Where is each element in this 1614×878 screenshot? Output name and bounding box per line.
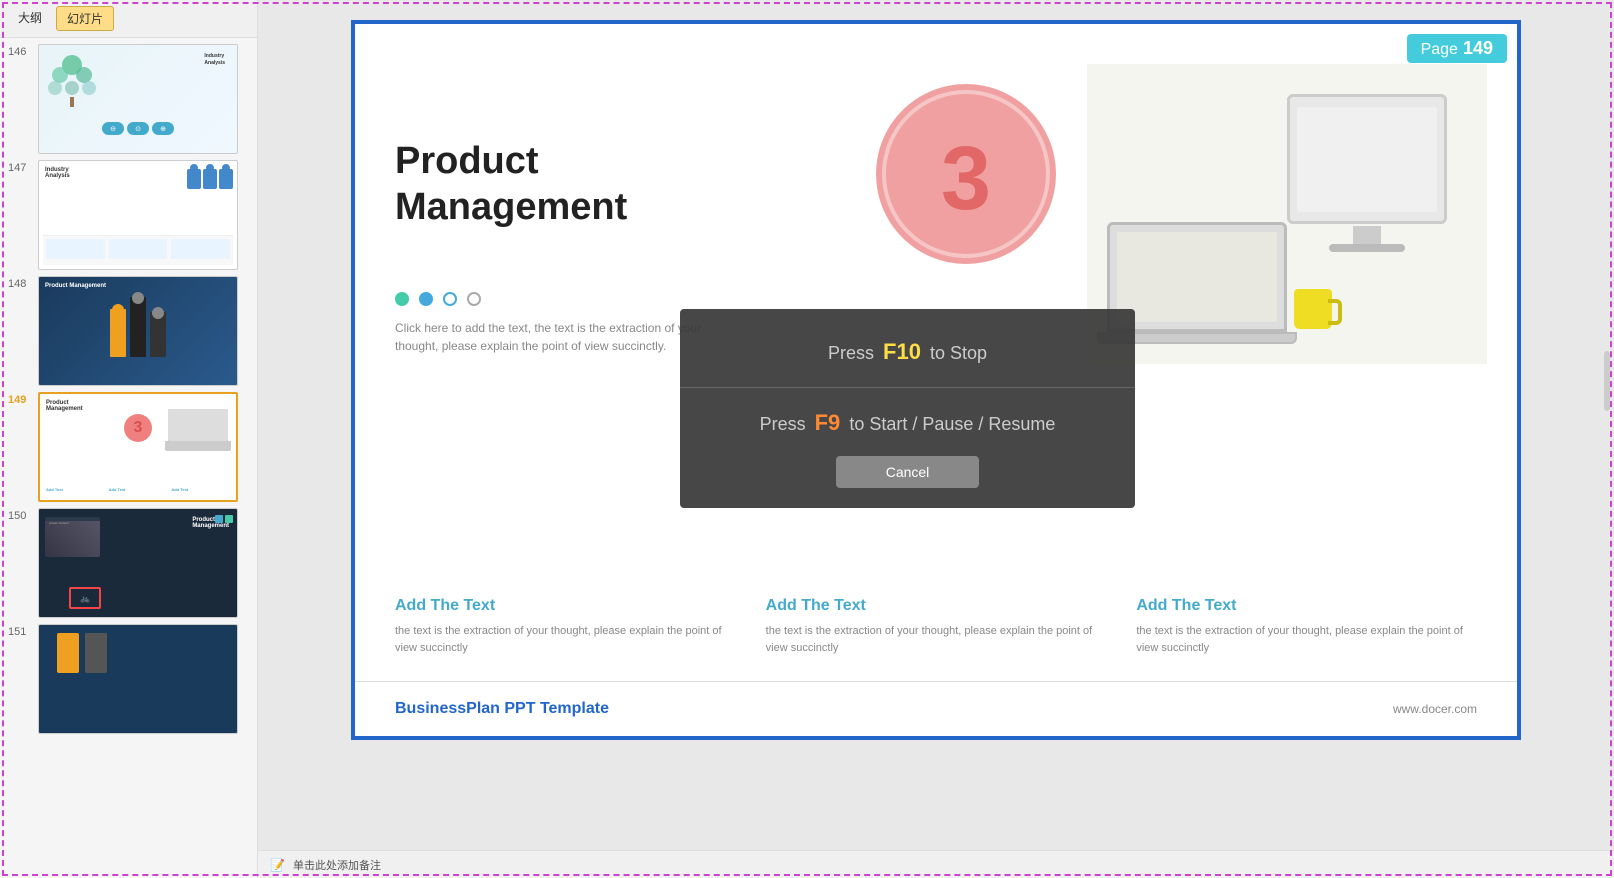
footer-url: www.docer.com xyxy=(1393,702,1477,716)
col-1-heading: Add The Text xyxy=(395,597,736,615)
slide-number-display: 3 xyxy=(941,134,991,224)
modal-divider xyxy=(680,387,1135,388)
status-bar: 📝 单击此处添加备注 xyxy=(258,850,1614,878)
title-line1: Product xyxy=(395,140,539,182)
slide-item-146[interactable]: 146 IndustryAnalysis ⊖ xyxy=(8,44,249,154)
col-2-text: the text is the extraction of your thoug… xyxy=(766,623,1107,656)
dot-1 xyxy=(395,292,409,306)
page-badge: Page 149 xyxy=(1407,34,1507,63)
slide-title: Product Management xyxy=(395,139,627,230)
page-label: Page xyxy=(1421,41,1458,58)
sidebar: 大纲 幻灯片 146 IndustryAnalysis xyxy=(0,0,258,878)
column-2: Add The Text the text is the extraction … xyxy=(766,597,1107,656)
modal-line-1: Press F10 to Stop xyxy=(700,339,1115,365)
cancel-button[interactable]: Cancel xyxy=(836,456,980,488)
column-3: Add The Text the text is the extraction … xyxy=(1136,597,1477,656)
laptop-screen-content xyxy=(1117,232,1277,322)
modal-line2-suffix: to Start / Pause / Resume xyxy=(849,414,1055,434)
slide-frame: Page 149 3 Product Management xyxy=(351,20,1521,740)
columns-area: Add The Text the text is the extraction … xyxy=(395,597,1477,656)
main-area: Page 149 3 Product Management xyxy=(258,0,1614,878)
yellow-mug-icon xyxy=(1294,289,1332,329)
slide-item-147[interactable]: 147 IndustryAnalysis xyxy=(8,160,249,270)
slide-item-149[interactable]: 149 ProductManagement Add Text Add Text … xyxy=(8,392,249,502)
status-text: 单击此处添加备注 xyxy=(293,857,381,873)
circle-outer-ring: 3 xyxy=(876,84,1056,264)
sidebar-tab-bar: 大纲 幻灯片 xyxy=(0,0,257,38)
modal-f10-key: F10 xyxy=(883,339,921,364)
title-line2: Management xyxy=(395,186,627,228)
col-3-text: the text is the extraction of your thoug… xyxy=(1136,623,1477,656)
device-image-area xyxy=(1087,64,1487,364)
dot-3 xyxy=(443,292,457,306)
scrollbar-indicator[interactable] xyxy=(1604,351,1610,411)
progress-dots xyxy=(395,292,481,306)
modal-line2-prefix: Press xyxy=(760,414,806,434)
imac-screen xyxy=(1297,107,1437,212)
slide-number-149: 149 xyxy=(8,392,32,406)
dot-2 xyxy=(419,292,433,306)
tab-slides[interactable]: 幻灯片 xyxy=(56,6,114,31)
footer-brand: BusinessPlan PPT Template xyxy=(395,700,609,718)
slide-thumb-147[interactable]: IndustryAnalysis xyxy=(38,160,238,270)
col-2-heading: Add The Text xyxy=(766,597,1107,615)
col-3-heading: Add The Text xyxy=(1136,597,1477,615)
slide-number-151: 151 xyxy=(8,624,32,638)
slide-number-146: 146 xyxy=(8,44,32,58)
col-1-text: the text is the extraction of your thoug… xyxy=(395,623,736,656)
number-circle: 3 xyxy=(876,84,1056,264)
slide-thumb-146[interactable]: IndustryAnalysis ⊖ ⊙ ⊕ xyxy=(38,44,238,154)
dot-4 xyxy=(467,292,481,306)
modal-f9-key: F9 xyxy=(815,410,841,435)
page-number: 149 xyxy=(1463,38,1493,58)
imac-base xyxy=(1329,244,1405,252)
slide-number-150: 150 xyxy=(8,508,32,522)
imac-body xyxy=(1287,94,1447,224)
slide-item-148[interactable]: 148 Product Management xyxy=(8,276,249,386)
imac-stand xyxy=(1353,226,1381,246)
slide-thumb-149[interactable]: ProductManagement Add Text Add Text Add … xyxy=(38,392,238,502)
slide-frame-outer: Page 149 3 Product Management xyxy=(351,20,1521,740)
modal-line1-prefix: Press xyxy=(828,343,874,363)
slide-number-148: 148 xyxy=(8,276,32,290)
modal-line-2: Press F9 to Start / Pause / Resume xyxy=(700,410,1115,436)
slide-thumb-150[interactable]: ProductManagement screen content 🚲 xyxy=(38,508,238,618)
column-1: Add The Text the text is the extraction … xyxy=(395,597,736,656)
status-icon: 📝 xyxy=(270,858,285,872)
slide-item-150[interactable]: 150 ProductManagement screen content 🚲 xyxy=(8,508,249,618)
slide-thumb-148[interactable]: Product Management xyxy=(38,276,238,386)
modal-dialog: Press F10 to Stop Press F9 to Start / Pa… xyxy=(680,309,1135,508)
slide-description: Click here to add the text, the text is … xyxy=(395,319,725,355)
slide-number-147: 147 xyxy=(8,160,32,174)
modal-line1-suffix: to Stop xyxy=(930,343,987,363)
slides-list: 146 IndustryAnalysis ⊖ xyxy=(0,38,257,878)
slide-thumb-151[interactable] xyxy=(38,624,238,734)
tab-outline[interactable]: 大纲 xyxy=(8,6,52,31)
slide-footer: BusinessPlan PPT Template www.docer.com xyxy=(355,681,1517,736)
slide-item-151[interactable]: 151 xyxy=(8,624,249,734)
